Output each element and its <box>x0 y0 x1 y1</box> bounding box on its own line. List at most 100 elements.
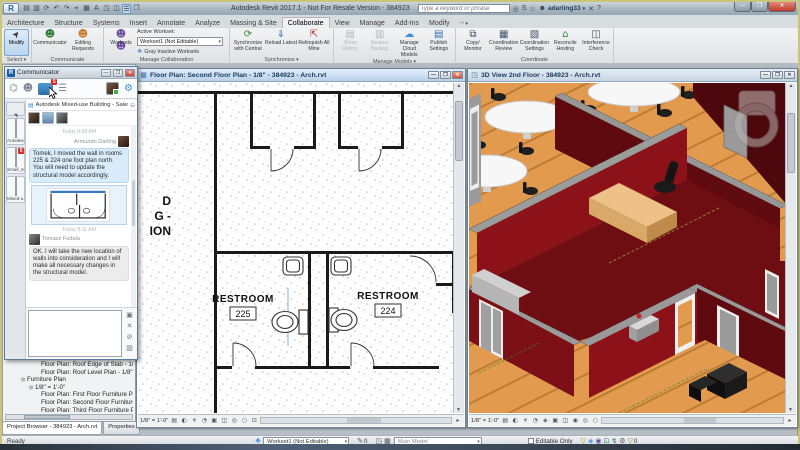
text-icon[interactable]: A <box>92 4 101 14</box>
undo-icon[interactable]: ↶ <box>52 4 61 14</box>
view3d-window-titlebar[interactable]: ◳ 3D View 2nd Floor - 384923 - Arch.rvt … <box>468 69 797 82</box>
view3d-scene[interactable] <box>469 83 785 413</box>
tab-architecture[interactable]: Architecture <box>2 18 49 28</box>
scroll-right-icon[interactable]: ▸ <box>454 417 462 424</box>
floorplan-hscrollbar[interactable] <box>260 417 452 424</box>
measure-icon[interactable]: ⌖ <box>72 4 81 14</box>
tab-insert[interactable]: Insert <box>125 18 153 28</box>
redo-icon[interactable]: ↷ <box>62 4 71 14</box>
tab-view[interactable]: View <box>330 18 355 28</box>
browser-item[interactable]: Floor Plan: Roof Edge of Slab - 1/8" <box>5 361 133 369</box>
reconcile-hosting-button[interactable]: ⌂ Reconcile Hosting <box>550 29 580 53</box>
lock-3d-icon[interactable]: ◉ <box>571 417 579 424</box>
section-icon[interactable]: ◫ <box>112 4 121 14</box>
user-menu-caret-icon[interactable]: ▾ <box>583 6 586 12</box>
browser-item[interactable]: Floor Plan: Second Floor Furniture Plan <box>5 399 133 407</box>
project-tab-mixed-use[interactable]: Mixed-u. <box>6 176 25 203</box>
sun-path-icon[interactable]: ☀ <box>521 417 529 424</box>
settings-gear-icon[interactable]: ⚙ <box>124 83 133 94</box>
maximize-button[interactable]: ❐ <box>751 2 768 12</box>
gray-inactive-worksets-button[interactable]: ❖ Gray Inactive Worksets <box>137 48 223 55</box>
crop-view-icon[interactable]: ▣ <box>210 417 218 424</box>
floorplan-canvas-area[interactable]: RESTROOM 225 RESTROOM 224 D G - ION <box>138 83 453 413</box>
browser-item[interactable]: Floor Plan: First Floor Furniture Plan -… <box>5 391 133 399</box>
room-label-224[interactable]: RESTROOM <box>357 291 419 302</box>
relinquish-all-mine-button[interactable]: ⇱ Relinquish All Mine <box>298 29 330 53</box>
browser-item[interactable]: ⊞1/8" = 1'-0" <box>5 384 133 392</box>
tab-analyze[interactable]: Analyze <box>190 18 225 28</box>
sync-icon[interactable]: ⟳ <box>42 4 51 14</box>
editing-requests-button[interactable]: ☻ Editing Requests <box>67 29 99 53</box>
view3d-vscrollbar[interactable]: ▲▼ <box>785 83 796 413</box>
floorplan-vscrollbar[interactable]: ▲▼ <box>453 83 464 413</box>
close-button[interactable]: ✕ <box>768 2 796 12</box>
participant-avatar[interactable] <box>28 112 40 124</box>
view3d-restore-button[interactable]: ❐ <box>772 71 783 79</box>
project-tab-autodesk[interactable]: Autodes. <box>6 118 25 145</box>
ribbon-display-toggle-icon[interactable]: ◠ ▾ <box>455 19 473 28</box>
switch-windows-icon[interactable]: ❐ <box>132 4 141 14</box>
reload-latest-button[interactable]: ⇓ Reload Latest <box>265 29 297 47</box>
visual-style-icon[interactable]: ◐ <box>511 417 519 424</box>
participant-avatar[interactable] <box>56 112 68 124</box>
coordination-settings-button[interactable]: ▧ Coordination Settings <box>520 29 550 53</box>
tag-icon[interactable]: ▦ <box>82 4 91 14</box>
tab-manage[interactable]: Manage <box>355 18 390 28</box>
thin-lines-icon[interactable]: ☰ <box>122 4 131 14</box>
view3d-minimize-button[interactable]: — <box>760 71 771 79</box>
insert-image-icon[interactable]: ▣ <box>126 311 133 319</box>
reveal-hidden-icon[interactable]: ○ <box>591 417 599 424</box>
constraints-icon[interactable]: ⊡ <box>250 417 258 424</box>
exchange-apps-icon[interactable]: ✕ <box>588 5 594 13</box>
browser-item[interactable]: ⊞Furniture Plan <box>5 376 133 384</box>
tab-annotate[interactable]: Annotate <box>152 18 190 28</box>
chat-image-thumbnail[interactable] <box>31 185 127 225</box>
detail-level-icon[interactable]: ▤ <box>501 417 509 424</box>
worksets-button[interactable]: ☻☻ Worksets <box>106 29 136 47</box>
contacts-icon[interactable]: ☻ <box>23 83 33 94</box>
room-number-224[interactable]: 224 <box>380 306 395 316</box>
visual-style-icon[interactable]: ◐ <box>180 417 188 424</box>
view3d-close-button[interactable]: ✕ <box>784 71 795 79</box>
clear-icon[interactable]: ✕ <box>127 322 133 330</box>
room-number-225[interactable]: 225 <box>235 309 250 319</box>
tab-massing-site[interactable]: Massing & Site <box>225 18 282 28</box>
floorplan-drawing[interactable]: RESTROOM 225 RESTROOM 224 D G - ION <box>138 83 453 413</box>
message-input[interactable] <box>28 310 122 357</box>
communicator-button[interactable]: ☻ Communicator <box>34 29 66 47</box>
properties-tab[interactable]: Properties <box>103 422 139 435</box>
chat-scrollbar[interactable] <box>131 126 136 307</box>
floorplan-restore-button[interactable]: ❐ <box>440 71 451 79</box>
rendering-icon[interactable]: ◈ <box>541 417 549 424</box>
collapse-strip-button[interactable]: ◥ <box>6 102 25 116</box>
tab-addins[interactable]: Add-Ins <box>390 18 424 28</box>
panel-label-synchronize[interactable]: Synchronize <box>232 56 331 64</box>
publish-settings-button[interactable]: ▤ Publish Settings <box>425 29 454 53</box>
org-chart-icon[interactable]: ⌬ <box>9 83 18 94</box>
show-crop-icon[interactable]: ◫ <box>220 417 228 424</box>
help-icon[interactable]: ? <box>597 5 601 12</box>
task-list-icon[interactable]: ☰ <box>58 83 67 94</box>
crop-view-icon[interactable]: ▣ <box>551 417 559 424</box>
shadows-icon[interactable]: ◔ <box>531 417 539 424</box>
panel-label-select[interactable]: Select <box>4 56 29 64</box>
scroll-right-icon[interactable]: ▸ <box>786 417 794 424</box>
floorplan-scale[interactable]: 1/8" = 1'-0" <box>140 418 168 424</box>
active-workset-dropdown[interactable]: Workset1 (Not Editable) <box>137 37 223 46</box>
view3d-scale[interactable]: 1/8" = 1'-0" <box>471 418 499 424</box>
attach-icon[interactable]: ⊘ <box>127 333 133 341</box>
open-icon[interactable]: ▤ <box>22 4 31 14</box>
minimize-button[interactable]: — <box>734 2 751 12</box>
synchronize-with-central-button[interactable]: ⟳ Synchronize with Central <box>232 29 264 53</box>
save-icon[interactable]: ▥ <box>32 4 41 14</box>
project-tab-small-m[interactable]: 5 Small_M. <box>6 147 25 174</box>
subscription-icon[interactable]: S <box>522 5 527 12</box>
3d-view-icon[interactable]: ◳ <box>102 4 111 14</box>
favorites-star-icon[interactable]: ☆ <box>529 5 535 13</box>
copy-monitor-button[interactable]: ⧉ Copy/ Monitor <box>458 29 488 53</box>
tab-structure[interactable]: Structure <box>49 18 87 28</box>
communicator-restore-button[interactable]: ❐ <box>113 69 123 77</box>
tab-modify[interactable]: Modify <box>424 18 455 28</box>
search-input[interactable] <box>418 4 510 13</box>
browser-item[interactable]: Floor Plan: Roof Level Plan - 1/8" <box>5 369 133 377</box>
